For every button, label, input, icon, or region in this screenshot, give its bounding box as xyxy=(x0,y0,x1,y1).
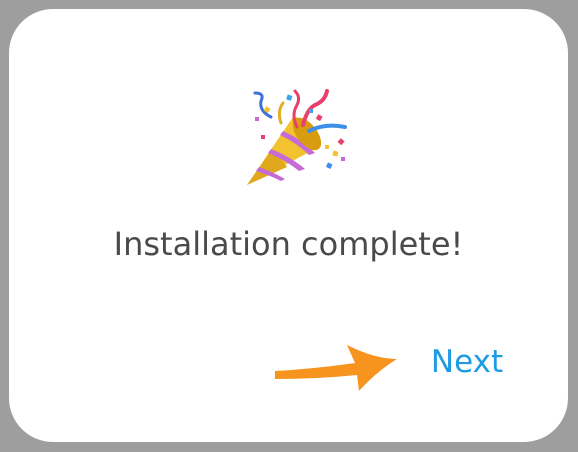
next-button[interactable]: Next xyxy=(419,339,515,385)
installation-complete-dialog: Installation complete! Next xyxy=(9,9,568,442)
installation-complete-message: Installation complete! xyxy=(113,225,464,263)
screen-backdrop: Installation complete! Next xyxy=(0,0,578,452)
party-popper-icon xyxy=(247,89,347,185)
arrow-pointing-right-icon xyxy=(275,345,397,391)
